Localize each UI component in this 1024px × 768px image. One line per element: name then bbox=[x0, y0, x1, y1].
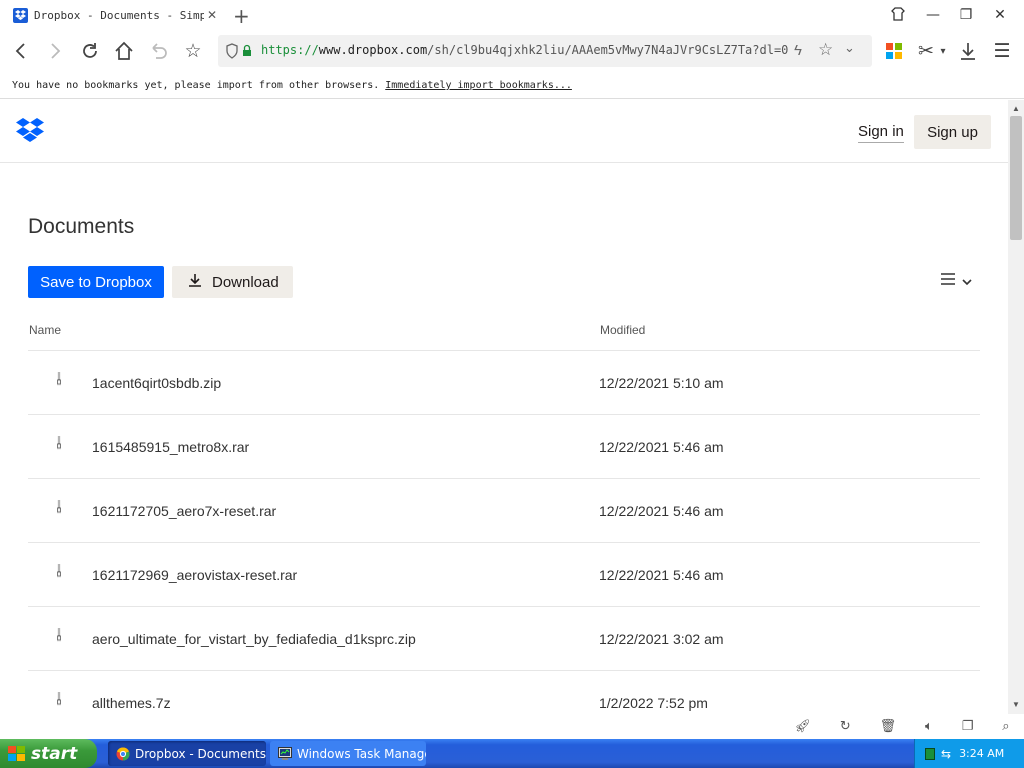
navigation-bar: ☆ https://www.dropbox.com/sh/cl9bu4qjxhk… bbox=[0, 30, 1024, 72]
file-name[interactable]: aero_ultimate_for_vistart_by_fediafedia_… bbox=[92, 631, 416, 647]
browser-app-icon bbox=[116, 747, 130, 761]
vertical-scrollbar[interactable]: ▲ ▼ bbox=[1008, 100, 1024, 714]
rocket-icon[interactable]: 🚀︎ bbox=[794, 719, 811, 734]
close-window-icon[interactable]: ✕ bbox=[991, 6, 1009, 24]
list-view-icon bbox=[940, 272, 956, 291]
save-to-dropbox-button[interactable]: Save to Dropbox bbox=[28, 266, 164, 298]
system-tray: ⇆ 3:24 AM bbox=[914, 739, 1024, 768]
browser-status-bar: 🚀︎ ↻ 🗑︎ 🔈︎ ❐ ⌕ bbox=[780, 714, 1024, 739]
url-text: https://www.dropbox.com/sh/cl9bu4qjxhk2l… bbox=[261, 43, 789, 57]
start-label: start bbox=[31, 743, 78, 764]
screenshot-scissors-icon[interactable]: ✂ bbox=[914, 39, 938, 63]
clock[interactable]: 3:24 AM bbox=[959, 747, 1004, 760]
taskbar: start Dropbox - Documents... Windows Tas… bbox=[0, 739, 1024, 768]
file-name[interactable]: 1621172705_aero7x-reset.rar bbox=[92, 503, 276, 519]
scroll-up-icon[interactable]: ▲ bbox=[1012, 104, 1020, 113]
windows-logo-icon bbox=[8, 745, 26, 762]
close-tab-icon[interactable]: ✕ bbox=[204, 8, 220, 22]
page-content: Sign in Sign up Documents Save to Dropbo… bbox=[0, 100, 1008, 714]
task-manager-icon bbox=[278, 747, 292, 760]
bookmark-message: You have no bookmarks yet, please import… bbox=[12, 80, 380, 91]
address-bar[interactable]: https://www.dropbox.com/sh/cl9bu4qjxhk2l… bbox=[218, 35, 872, 67]
download-button[interactable]: Download bbox=[172, 266, 293, 298]
tab-dropbox[interactable]: Dropbox - Documents - Simp ✕ bbox=[6, 2, 220, 28]
apps-grid-icon[interactable] bbox=[882, 39, 906, 63]
download-label: Download bbox=[212, 273, 279, 291]
minimize-icon[interactable]: — bbox=[924, 6, 942, 24]
file-modified: 12/22/2021 5:46 am bbox=[599, 439, 724, 455]
file-modified: 12/22/2021 3:02 am bbox=[599, 631, 724, 647]
column-header-modified[interactable]: Modified bbox=[600, 323, 645, 337]
dropbox-logo-icon[interactable] bbox=[16, 118, 44, 147]
file-row[interactable]: 1621172969_aerovistax-reset.rar 12/22/202… bbox=[28, 543, 980, 607]
home-icon[interactable] bbox=[112, 39, 136, 63]
scissors-menu-icon[interactable]: ▾ bbox=[936, 39, 950, 63]
file-row[interactable]: 1621172705_aero7x-reset.rar 12/22/2021 5:… bbox=[28, 479, 980, 543]
file-modified: 1/2/2022 7:52 pm bbox=[599, 695, 708, 711]
file-name[interactable]: 1615485915_metro8x.rar bbox=[92, 439, 249, 455]
restore-icon[interactable]: ❐ bbox=[957, 6, 975, 24]
download-icon bbox=[188, 273, 202, 291]
file-modified: 12/22/2021 5:10 am bbox=[599, 375, 724, 391]
file-row[interactable]: allthemes.7z 1/2/2022 7:52 pm bbox=[28, 671, 980, 714]
file-name[interactable]: allthemes.7z bbox=[92, 695, 171, 711]
zip-file-icon bbox=[54, 692, 64, 706]
lightning-icon[interactable]: ϟ bbox=[794, 42, 802, 59]
file-name[interactable]: 1acent6qirt0sbdb.zip bbox=[92, 375, 221, 391]
taskbar-item-dropbox[interactable]: Dropbox - Documents... bbox=[108, 741, 266, 766]
scrollbar-thumb[interactable] bbox=[1010, 116, 1022, 240]
bookmark-star-icon[interactable]: ☆ bbox=[818, 40, 833, 60]
taskbar-item-task-manager[interactable]: Windows Task Manager bbox=[270, 741, 426, 766]
zip-file-icon bbox=[54, 372, 64, 386]
bookmark-bar: You have no bookmarks yet, please import… bbox=[0, 72, 1024, 99]
zip-file-icon bbox=[54, 500, 64, 514]
file-modified: 12/22/2021 5:46 am bbox=[599, 503, 724, 519]
tab-strip: Dropbox - Documents - Simp ✕ + — ❐ ✕ bbox=[0, 0, 1024, 30]
skin-icon[interactable] bbox=[889, 6, 907, 24]
trash-icon[interactable]: 🗑︎ bbox=[880, 719, 897, 734]
sign-in-link[interactable]: Sign in bbox=[858, 123, 904, 143]
reload-icon[interactable] bbox=[78, 39, 102, 63]
new-tab-icon[interactable]: + bbox=[233, 4, 250, 28]
scroll-down-icon[interactable]: ▼ bbox=[1012, 700, 1020, 709]
tray-app-icon[interactable] bbox=[925, 747, 935, 760]
search-icon[interactable]: ⌕ bbox=[1002, 719, 1009, 734]
tab-title: Dropbox - Documents - Simp bbox=[34, 8, 204, 22]
file-row[interactable]: 1615485915_metro8x.rar 12/22/2021 5:46 am bbox=[28, 415, 980, 479]
undo-close-icon[interactable] bbox=[146, 39, 170, 63]
speaker-icon[interactable]: 🔈︎ bbox=[925, 719, 933, 734]
column-header-name[interactable]: Name bbox=[29, 323, 61, 337]
zip-file-icon bbox=[54, 564, 64, 578]
view-options-toggle[interactable] bbox=[940, 272, 972, 291]
zip-file-icon bbox=[54, 628, 64, 642]
site-header: Sign in Sign up bbox=[0, 100, 1008, 163]
chevron-down-icon bbox=[962, 273, 972, 291]
import-bookmarks-link[interactable]: Immediately import bookmarks... bbox=[385, 80, 572, 91]
start-button[interactable]: start bbox=[0, 739, 97, 768]
downloads-icon[interactable] bbox=[956, 39, 980, 63]
zip-file-icon bbox=[54, 436, 64, 450]
file-row[interactable]: 1acent6qirt0sbdb.zip 12/22/2021 5:10 am bbox=[28, 351, 980, 415]
back-icon[interactable] bbox=[9, 39, 33, 63]
forward-icon[interactable] bbox=[43, 39, 67, 63]
page-title: Documents bbox=[28, 215, 135, 238]
refresh-circle-icon[interactable]: ↻ bbox=[840, 719, 851, 734]
security-shield-icon[interactable] bbox=[226, 43, 254, 59]
menu-icon[interactable]: ☰ bbox=[990, 39, 1014, 63]
chevron-down-icon[interactable]: ⌄ bbox=[844, 41, 855, 56]
taskbar-item-label: Dropbox - Documents... bbox=[135, 746, 266, 761]
tray-network-icon[interactable]: ⇆ bbox=[941, 747, 951, 761]
favorite-star-icon[interactable]: ☆ bbox=[181, 39, 205, 63]
taskbar-item-label: Windows Task Manager bbox=[297, 746, 426, 761]
window-icon[interactable]: ❐ bbox=[962, 719, 974, 734]
dropbox-favicon bbox=[13, 7, 28, 23]
file-modified: 12/22/2021 5:46 am bbox=[599, 567, 724, 583]
sign-up-button[interactable]: Sign up bbox=[914, 115, 991, 149]
file-name[interactable]: 1621172969_aerovistax-reset.rar bbox=[92, 567, 297, 583]
file-row[interactable]: aero_ultimate_for_vistart_by_fediafedia_… bbox=[28, 607, 980, 671]
